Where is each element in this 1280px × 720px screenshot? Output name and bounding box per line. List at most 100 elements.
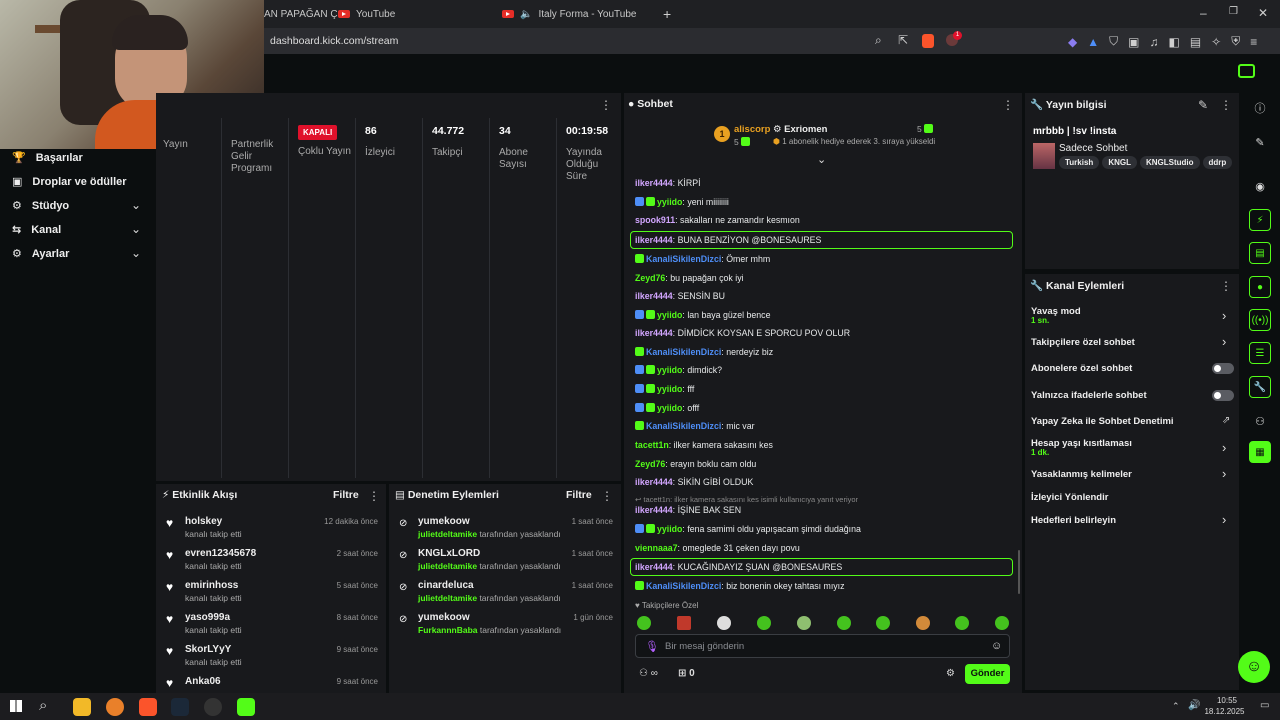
- emote-icon[interactable]: [916, 616, 930, 630]
- zoom-icon[interactable]: ⌕: [875, 33, 882, 48]
- category-name[interactable]: Sadece Sohbet: [1059, 143, 1127, 154]
- menu-icon[interactable]: ≡: [1250, 34, 1257, 49]
- chevron-down-icon[interactable]: ⌄: [131, 198, 141, 212]
- minimize-button[interactable]: –: [1200, 6, 1207, 20]
- info-icon[interactable]: ⓘ: [1251, 99, 1269, 117]
- more-options-icon[interactable]: ⋮: [1002, 98, 1014, 112]
- gifter-2[interactable]: ⚙ Exriomen: [773, 124, 827, 135]
- moderator-name[interactable]: julietdeltamike: [418, 561, 477, 571]
- emote-icon[interactable]: [677, 616, 691, 630]
- emoji-picker-icon[interactable]: ☺: [991, 640, 1002, 652]
- clock-date[interactable]: 18.12.2025: [1202, 707, 1247, 716]
- follower-name[interactable]: SkorLYyY: [185, 644, 231, 655]
- tag[interactable]: ddrp: [1202, 156, 1233, 169]
- edit-icon[interactable]: ✎: [1198, 98, 1208, 112]
- chevron-right-icon[interactable]: ›: [1222, 512, 1226, 527]
- wrench-icon[interactable]: 🔧: [1249, 376, 1271, 398]
- speaker-icon[interactable]: 🔊: [1188, 700, 1200, 711]
- followers-only-label[interactable]: Takipçilere özel sohbet: [1031, 337, 1135, 348]
- clock-time[interactable]: 10:55: [1212, 696, 1242, 705]
- emote-icon[interactable]: [637, 616, 651, 630]
- sidebar-item-drops[interactable]: ▣ Droplar ve ödüller: [12, 175, 127, 189]
- chevron-right-icon[interactable]: ›: [1222, 466, 1226, 481]
- emote-icon[interactable]: [876, 616, 890, 630]
- extension-icon[interactable]: ▣: [1128, 34, 1139, 49]
- emote-icon[interactable]: [955, 616, 969, 630]
- share-icon[interactable]: ⇱: [898, 33, 908, 47]
- chat-username[interactable]: ilker4444: [635, 562, 673, 572]
- chat-icon[interactable]: ●: [1249, 276, 1271, 298]
- media-icon[interactable]: ♫: [1149, 34, 1158, 49]
- external-link-icon[interactable]: ⇗: [1222, 415, 1230, 426]
- microphone-icon[interactable]: 🎙: [645, 640, 659, 653]
- moderation-filter-button[interactable]: Filtre: [566, 489, 592, 501]
- chat-username[interactable]: KanaliSikilenDizci: [646, 347, 721, 357]
- close-window-button[interactable]: ✕: [1258, 6, 1268, 20]
- tag[interactable]: Turkish: [1059, 156, 1100, 169]
- subscribers-only-toggle[interactable]: [1212, 363, 1234, 374]
- sidebar-icon[interactable]: ◧: [1168, 34, 1179, 49]
- chevron-right-icon[interactable]: ›: [1222, 334, 1226, 349]
- chat-username[interactable]: ilker4444: [635, 328, 673, 338]
- emote-icon[interactable]: [837, 616, 851, 630]
- chat-input[interactable]: Bir mesaj gönderin: [665, 641, 744, 652]
- banned-user[interactable]: KNGLxLORD: [418, 548, 480, 559]
- tag[interactable]: KNGL: [1102, 156, 1137, 169]
- more-options-icon[interactable]: ⋮: [368, 489, 380, 503]
- kick-icon[interactable]: [237, 698, 255, 716]
- tag[interactable]: KNGLStudio: [1139, 156, 1200, 169]
- follower-name[interactable]: evren12345678: [185, 548, 256, 559]
- chat-username[interactable]: KanaliSikilenDizci: [646, 421, 721, 431]
- list-icon[interactable]: ☰: [1249, 342, 1271, 364]
- chat-username[interactable]: spook911: [635, 215, 675, 225]
- extension-icon[interactable]: ⛉: [1109, 34, 1118, 49]
- restore-button[interactable]: ❐: [1229, 6, 1238, 17]
- chat-username[interactable]: yyiido: [657, 403, 682, 413]
- brave-shield-icon[interactable]: [922, 34, 934, 48]
- chat-username[interactable]: yyiido: [657, 524, 682, 534]
- follower-name[interactable]: holskey: [185, 516, 222, 527]
- chat-username[interactable]: viennaaa7: [635, 543, 678, 553]
- ai-moderation-label[interactable]: Yapay Zeka ile Sohbet Denetimi: [1031, 416, 1174, 427]
- set-goals-label[interactable]: Hedefleri belirleyin: [1031, 515, 1116, 526]
- emote-icon[interactable]: [995, 616, 1009, 630]
- follower-name[interactable]: emirinhoss: [185, 580, 238, 591]
- chevron-down-icon[interactable]: ⌄: [131, 246, 141, 260]
- vpn-shield-icon[interactable]: ⛨: [1231, 34, 1240, 49]
- document-icon[interactable]: ▤: [1249, 242, 1271, 264]
- lightning-icon[interactable]: ⚡: [1249, 209, 1271, 231]
- pencil-icon[interactable]: ✎: [1251, 133, 1269, 151]
- broadcast-icon[interactable]: ((•)): [1249, 309, 1271, 331]
- new-tab-button[interactable]: +: [663, 6, 671, 22]
- emote-icon[interactable]: [757, 616, 771, 630]
- send-button[interactable]: Gönder: [965, 664, 1010, 684]
- sidebar-item-settings[interactable]: ⚙ Ayarlar: [12, 247, 69, 261]
- collapse-icon[interactable]: ⌄: [817, 153, 826, 166]
- users-icon[interactable]: ⚇: [1251, 412, 1269, 430]
- chat-username[interactable]: yyiido: [657, 384, 682, 394]
- chat-username[interactable]: yyiido: [657, 310, 682, 320]
- banned-user[interactable]: yumekoow: [418, 516, 470, 527]
- emote-icon[interactable]: [717, 616, 731, 630]
- more-options-icon[interactable]: ⋮: [601, 489, 613, 503]
- chat-username[interactable]: yyiido: [657, 365, 682, 375]
- chat-username[interactable]: KanaliSikilenDizci: [646, 581, 721, 591]
- chat-username[interactable]: Zeyd76: [635, 459, 665, 469]
- emote-icon[interactable]: [797, 616, 811, 630]
- chat-username[interactable]: ilker4444: [635, 505, 673, 515]
- sidebar-item-channel[interactable]: ⇆ Kanal: [12, 223, 61, 237]
- more-options-icon[interactable]: ⋮: [600, 98, 612, 112]
- sidebar-item-studio[interactable]: ⚙ Stüdyo: [12, 199, 69, 213]
- chevron-down-icon[interactable]: ⌄: [131, 222, 141, 236]
- grid-icon[interactable]: ▦: [1249, 441, 1271, 463]
- notification-icon[interactable]: ▭: [1260, 700, 1269, 711]
- top-gifter-name[interactable]: aliscorp: [734, 124, 770, 135]
- banned-user[interactable]: cinardeluca: [418, 580, 474, 591]
- vpn-icon[interactable]: ▲: [1087, 34, 1099, 49]
- windows-start-icon[interactable]: [10, 700, 22, 712]
- url-field[interactable]: dashboard.kick.com/stream: [262, 31, 902, 51]
- browser-tab[interactable]: 🔈 Italy Forma - YouTube: [502, 0, 636, 28]
- file-explorer-icon[interactable]: [73, 698, 91, 716]
- chat-scrollbar[interactable]: [1018, 550, 1020, 594]
- banned-words-label[interactable]: Yasaklanmış kelimeler: [1031, 469, 1132, 480]
